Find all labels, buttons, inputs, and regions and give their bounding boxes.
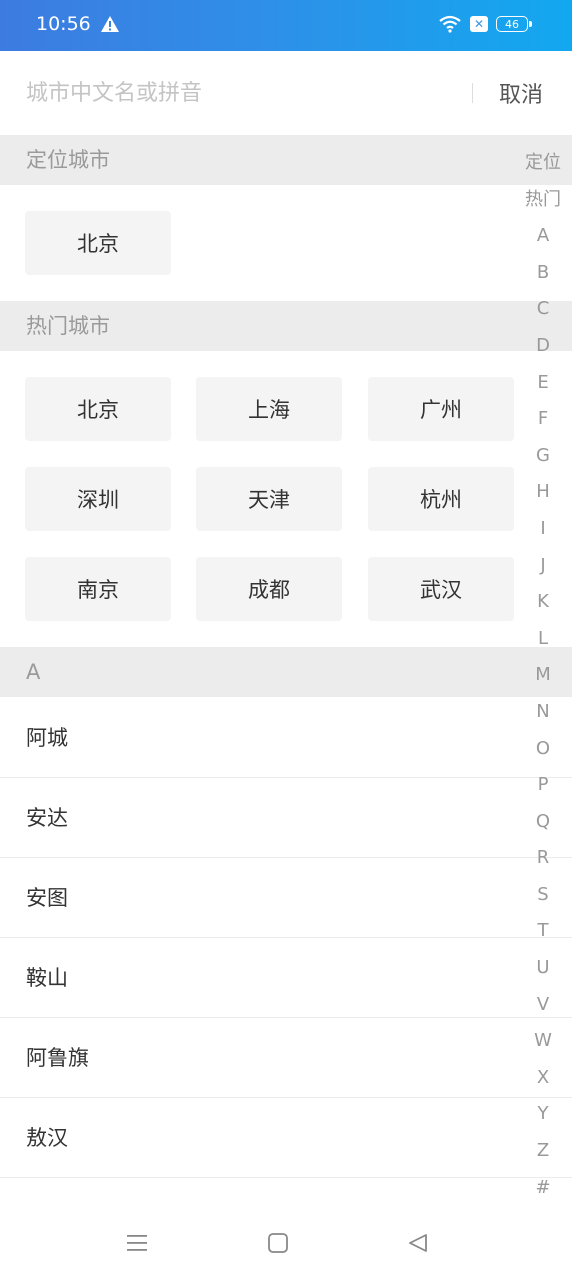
city-list-item[interactable]: 阿城: [0, 698, 572, 778]
status-time: 10:56: [36, 13, 91, 35]
hot-city-chip[interactable]: 上海: [196, 377, 342, 441]
hot-city-chip[interactable]: 北京: [25, 377, 171, 441]
location-city-chip[interactable]: 北京: [25, 211, 171, 275]
index-item[interactable]: H: [514, 474, 572, 511]
index-item[interactable]: #: [514, 1170, 572, 1207]
warning-icon: [101, 16, 119, 32]
index-item[interactable]: 定位: [514, 145, 572, 182]
search-input[interactable]: [26, 75, 446, 111]
battery-level: 46: [505, 17, 519, 31]
status-icons: ✕ 46: [438, 14, 532, 34]
city-list-item[interactable]: 安图: [0, 858, 572, 938]
alphabet-index-bar[interactable]: 定位 热门 A B C D E F G H I J K L M N O P Q …: [514, 145, 572, 1206]
hot-city-label: 杭州: [420, 488, 462, 512]
hot-city-chip[interactable]: 南京: [25, 557, 171, 621]
index-item[interactable]: F: [514, 401, 572, 438]
location-section-title: 定位城市: [26, 148, 110, 172]
hot-city-chip[interactable]: 天津: [196, 467, 342, 531]
hot-city-label: 广州: [420, 398, 462, 422]
index-item[interactable]: E: [514, 365, 572, 402]
location-section-header: 定位城市: [0, 135, 572, 185]
index-item[interactable]: S: [514, 877, 572, 914]
wifi-icon: [439, 15, 461, 33]
letter-section-title: A: [26, 660, 41, 684]
city-name: 鞍山: [26, 966, 68, 990]
location-city-label: 北京: [77, 232, 119, 256]
battery-icon: 46: [496, 16, 532, 32]
hot-section-header: 热门城市: [0, 301, 572, 351]
index-item[interactable]: P: [514, 767, 572, 804]
city-name: 敖汉: [26, 1126, 68, 1150]
index-item[interactable]: C: [514, 291, 572, 328]
index-item[interactable]: G: [514, 438, 572, 475]
index-item[interactable]: W: [514, 1023, 572, 1060]
city-list-item[interactable]: 鞍山: [0, 938, 572, 1018]
home-icon[interactable]: [267, 1232, 289, 1254]
index-item[interactable]: X: [514, 1060, 572, 1097]
city-list-item[interactable]: 阿鲁旗: [0, 1018, 572, 1098]
sim-x-icon: ✕: [470, 16, 488, 32]
hot-city-label: 南京: [77, 578, 119, 602]
search-bar: 取消: [0, 51, 572, 135]
hot-city-label: 深圳: [77, 488, 119, 512]
hot-city-chip[interactable]: 武汉: [368, 557, 514, 621]
hot-city-label: 北京: [77, 398, 119, 422]
hot-city-label: 武汉: [420, 578, 462, 602]
hot-city-label: 上海: [248, 398, 290, 422]
cancel-button[interactable]: 取消: [499, 77, 543, 109]
status-bar: 10:56 ✕ 46: [0, 0, 572, 51]
index-item[interactable]: L: [514, 621, 572, 658]
index-item[interactable]: B: [514, 255, 572, 292]
index-item[interactable]: I: [514, 511, 572, 548]
index-item[interactable]: Z: [514, 1133, 572, 1170]
hot-city-chip[interactable]: 深圳: [25, 467, 171, 531]
index-item[interactable]: U: [514, 950, 572, 987]
index-item[interactable]: Y: [514, 1096, 572, 1133]
index-item[interactable]: 热门: [514, 182, 572, 219]
city-name: 安达: [26, 806, 68, 830]
city-list-item[interactable]: 安达: [0, 778, 572, 858]
index-item[interactable]: D: [514, 328, 572, 365]
index-item[interactable]: V: [514, 987, 572, 1024]
index-item[interactable]: R: [514, 840, 572, 877]
city-name: 安图: [26, 886, 68, 910]
back-icon[interactable]: [407, 1232, 429, 1254]
index-item[interactable]: A: [514, 218, 572, 255]
city-list-item[interactable]: 敖汉: [0, 1098, 572, 1178]
index-item[interactable]: K: [514, 584, 572, 621]
search-divider: [472, 83, 473, 103]
hot-section-title: 热门城市: [26, 314, 110, 338]
hot-city-chip[interactable]: 广州: [368, 377, 514, 441]
hot-city-label: 成都: [248, 578, 290, 602]
hot-city-label: 天津: [248, 488, 290, 512]
navigation-bar: [0, 1210, 572, 1280]
hot-city-chip[interactable]: 杭州: [368, 467, 514, 531]
index-item[interactable]: N: [514, 694, 572, 731]
city-name: 阿鲁旗: [26, 1046, 89, 1070]
city-list[interactable]: 阿城 安达 安图 鞍山 阿鲁旗 敖汉: [0, 698, 572, 1208]
menu-icon[interactable]: [125, 1232, 149, 1254]
city-name: 阿城: [26, 726, 68, 750]
index-item[interactable]: O: [514, 731, 572, 768]
index-item[interactable]: T: [514, 913, 572, 950]
letter-section-header: A: [0, 647, 572, 697]
index-item[interactable]: Q: [514, 804, 572, 841]
hot-city-chip[interactable]: 成都: [196, 557, 342, 621]
index-item[interactable]: J: [514, 548, 572, 585]
index-item[interactable]: M: [514, 657, 572, 694]
